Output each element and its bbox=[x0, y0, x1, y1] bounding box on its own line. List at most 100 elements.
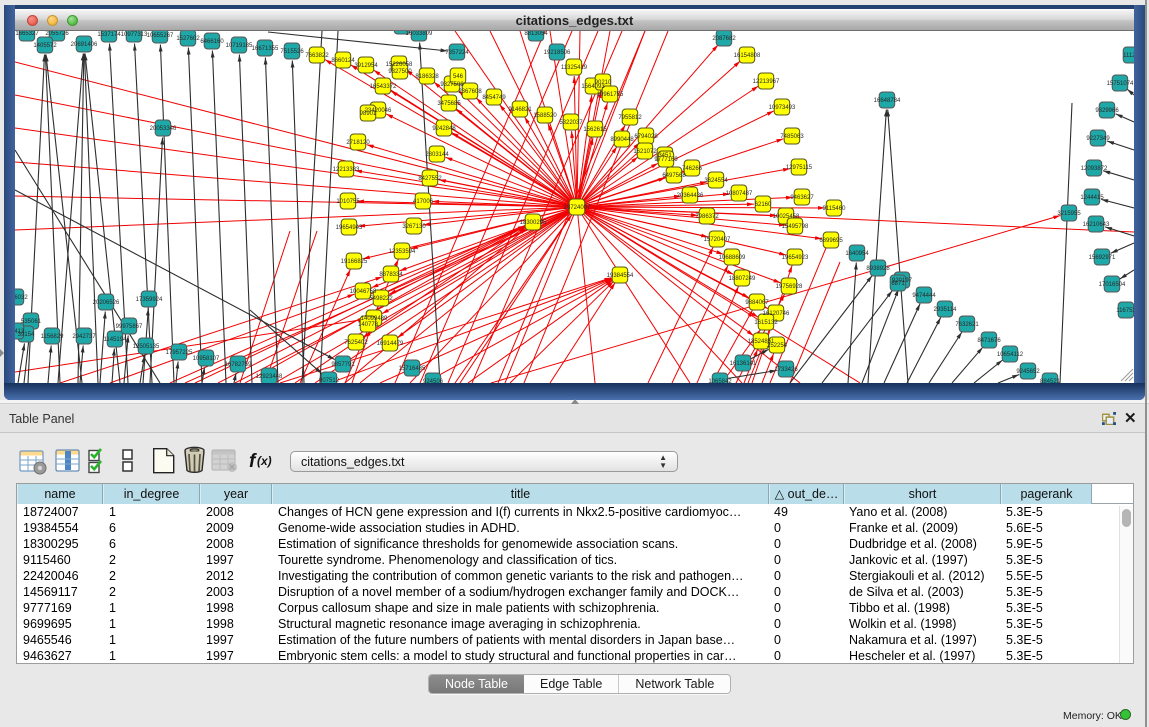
svg-text:9115460: 9115460 bbox=[823, 206, 847, 212]
svg-text:20413: 20413 bbox=[15, 329, 25, 335]
svg-text:6497568: 6497568 bbox=[662, 173, 686, 179]
svg-text:9329966: 9329966 bbox=[1095, 108, 1119, 114]
svg-text:16671355: 16671355 bbox=[252, 46, 279, 52]
svg-text:746266: 746266 bbox=[682, 166, 703, 172]
svg-text:3475685: 3475685 bbox=[437, 101, 461, 107]
svg-text:7625402: 7625402 bbox=[344, 340, 368, 346]
svg-text:7515526: 7515526 bbox=[280, 49, 304, 55]
svg-text:1621072: 1621072 bbox=[633, 149, 657, 155]
svg-text:1615132: 1615132 bbox=[754, 320, 778, 326]
svg-text:16033809: 16033809 bbox=[406, 31, 433, 37]
svg-text:3912954: 3912954 bbox=[354, 63, 378, 69]
svg-text:10688609: 10688609 bbox=[719, 255, 746, 261]
svg-text:11325419: 11325419 bbox=[561, 65, 588, 71]
svg-text:1588520: 1588520 bbox=[533, 113, 557, 119]
svg-text:15495798: 15495798 bbox=[782, 224, 809, 230]
svg-text:19654923: 19654923 bbox=[782, 255, 809, 261]
svg-text:2935114: 2935114 bbox=[934, 307, 958, 313]
svg-text:18300295: 18300295 bbox=[520, 220, 547, 226]
svg-text:2367608: 2367608 bbox=[458, 89, 482, 95]
svg-text:7357224: 7357224 bbox=[445, 50, 469, 56]
svg-text:20364436: 20364436 bbox=[677, 193, 704, 199]
svg-text:9463627: 9463627 bbox=[790, 195, 814, 201]
svg-text:1640954: 1640954 bbox=[845, 251, 869, 257]
svg-text:535061: 535061 bbox=[21, 319, 42, 325]
svg-text:98901: 98901 bbox=[360, 111, 377, 117]
svg-text:18724007: 18724007 bbox=[564, 205, 591, 211]
svg-text:19166825: 19166825 bbox=[341, 259, 368, 265]
svg-text:3267130: 3267130 bbox=[402, 224, 426, 230]
svg-text:10977313: 10977313 bbox=[121, 32, 148, 38]
svg-text:16648784: 16648784 bbox=[874, 98, 901, 104]
svg-text:1537174: 1537174 bbox=[97, 32, 121, 38]
svg-text:252254: 252254 bbox=[767, 343, 788, 349]
svg-text:546: 546 bbox=[453, 74, 464, 80]
svg-text:1405572: 1405572 bbox=[33, 43, 57, 49]
svg-text:7632621: 7632621 bbox=[955, 322, 979, 328]
svg-text:17016504: 17016504 bbox=[1099, 282, 1126, 288]
svg-text:2718120: 2718120 bbox=[346, 140, 370, 146]
svg-text:9146821: 9146821 bbox=[508, 107, 532, 113]
svg-text:12213967: 12213967 bbox=[753, 79, 780, 85]
svg-text:1065842: 1065842 bbox=[708, 379, 732, 383]
svg-text:6899695: 6899695 bbox=[819, 238, 843, 244]
svg-text:9884067: 9884067 bbox=[745, 300, 769, 306]
svg-text:99975867: 99975867 bbox=[116, 324, 143, 330]
svg-text:2087682: 2087682 bbox=[712, 36, 736, 42]
svg-text:10807487: 10807487 bbox=[726, 191, 753, 197]
svg-text:10654112: 10654112 bbox=[997, 352, 1024, 358]
svg-text:1156829: 1156829 bbox=[41, 334, 65, 340]
svg-text:2026032: 2026032 bbox=[15, 295, 28, 301]
svg-text:16914479: 16914479 bbox=[377, 341, 404, 347]
svg-text:16136141: 16136141 bbox=[730, 361, 757, 367]
svg-text:15692971: 15692971 bbox=[1089, 255, 1116, 261]
svg-text:10025458: 10025458 bbox=[773, 214, 800, 220]
svg-text:1562615: 1562615 bbox=[583, 127, 607, 133]
svg-text:8938928: 8938928 bbox=[866, 266, 890, 272]
svg-text:15751074: 15751074 bbox=[1107, 81, 1134, 87]
svg-text:8660124: 8660124 bbox=[331, 58, 355, 64]
svg-text:16120746: 16120746 bbox=[763, 311, 790, 317]
svg-text:62160: 62160 bbox=[755, 202, 772, 208]
svg-text:19756928: 19756928 bbox=[776, 284, 803, 290]
svg-text:9474444: 9474444 bbox=[912, 293, 936, 299]
svg-text:1145194: 1145194 bbox=[104, 337, 128, 343]
svg-text:8186328: 8186328 bbox=[415, 74, 439, 80]
svg-text:20691406: 20691406 bbox=[71, 42, 98, 48]
svg-text:19654943: 19654943 bbox=[336, 225, 363, 231]
svg-text:7986372: 7986372 bbox=[695, 214, 719, 220]
svg-text:19384554: 19384554 bbox=[607, 273, 634, 279]
svg-text:90210: 90210 bbox=[595, 80, 612, 86]
svg-text:15720407: 15720407 bbox=[704, 237, 731, 243]
svg-text:3624554: 3624554 bbox=[704, 178, 728, 184]
svg-text:11123: 11123 bbox=[1123, 53, 1134, 59]
svg-text:1244415: 1244415 bbox=[1080, 195, 1104, 201]
svg-text:12975115: 12975115 bbox=[786, 165, 813, 171]
svg-text:15226058: 15226058 bbox=[386, 62, 413, 68]
svg-text:1665327: 1665327 bbox=[15, 31, 39, 37]
svg-text:10961755: 10961755 bbox=[597, 92, 624, 98]
svg-text:16210643: 16210643 bbox=[1083, 222, 1110, 228]
svg-text:12505135: 12505135 bbox=[133, 344, 160, 350]
svg-text:2803144: 2803144 bbox=[425, 152, 449, 158]
svg-text:7663822: 7663822 bbox=[305, 53, 329, 59]
svg-text:16543372: 16543372 bbox=[370, 84, 397, 90]
svg-text:140778: 140778 bbox=[358, 322, 379, 328]
svg-text:907512: 907512 bbox=[319, 378, 340, 383]
svg-text:20053346: 20053346 bbox=[150, 126, 177, 132]
svg-text:9327500: 9327500 bbox=[388, 69, 412, 75]
svg-text:16782759: 16782759 bbox=[225, 362, 252, 368]
svg-text:6466160: 6466160 bbox=[200, 39, 224, 45]
svg-text:8878334: 8878334 bbox=[379, 272, 403, 278]
svg-text:17359924: 17359924 bbox=[136, 297, 163, 303]
svg-text:8990448: 8990448 bbox=[610, 137, 634, 143]
svg-text:1527602: 1527602 bbox=[176, 36, 200, 42]
svg-text:9777169: 9777169 bbox=[654, 157, 678, 163]
svg-text:116753: 116753 bbox=[1116, 308, 1134, 314]
svg-text:10655267: 10655267 bbox=[147, 33, 174, 39]
svg-text:20206526: 20206526 bbox=[93, 300, 120, 306]
svg-text:884521: 884521 bbox=[1040, 379, 1061, 383]
svg-text:17957225: 17957225 bbox=[166, 350, 193, 356]
svg-text:10719185: 10719185 bbox=[226, 43, 253, 49]
svg-text:1010755: 1010755 bbox=[336, 199, 360, 205]
